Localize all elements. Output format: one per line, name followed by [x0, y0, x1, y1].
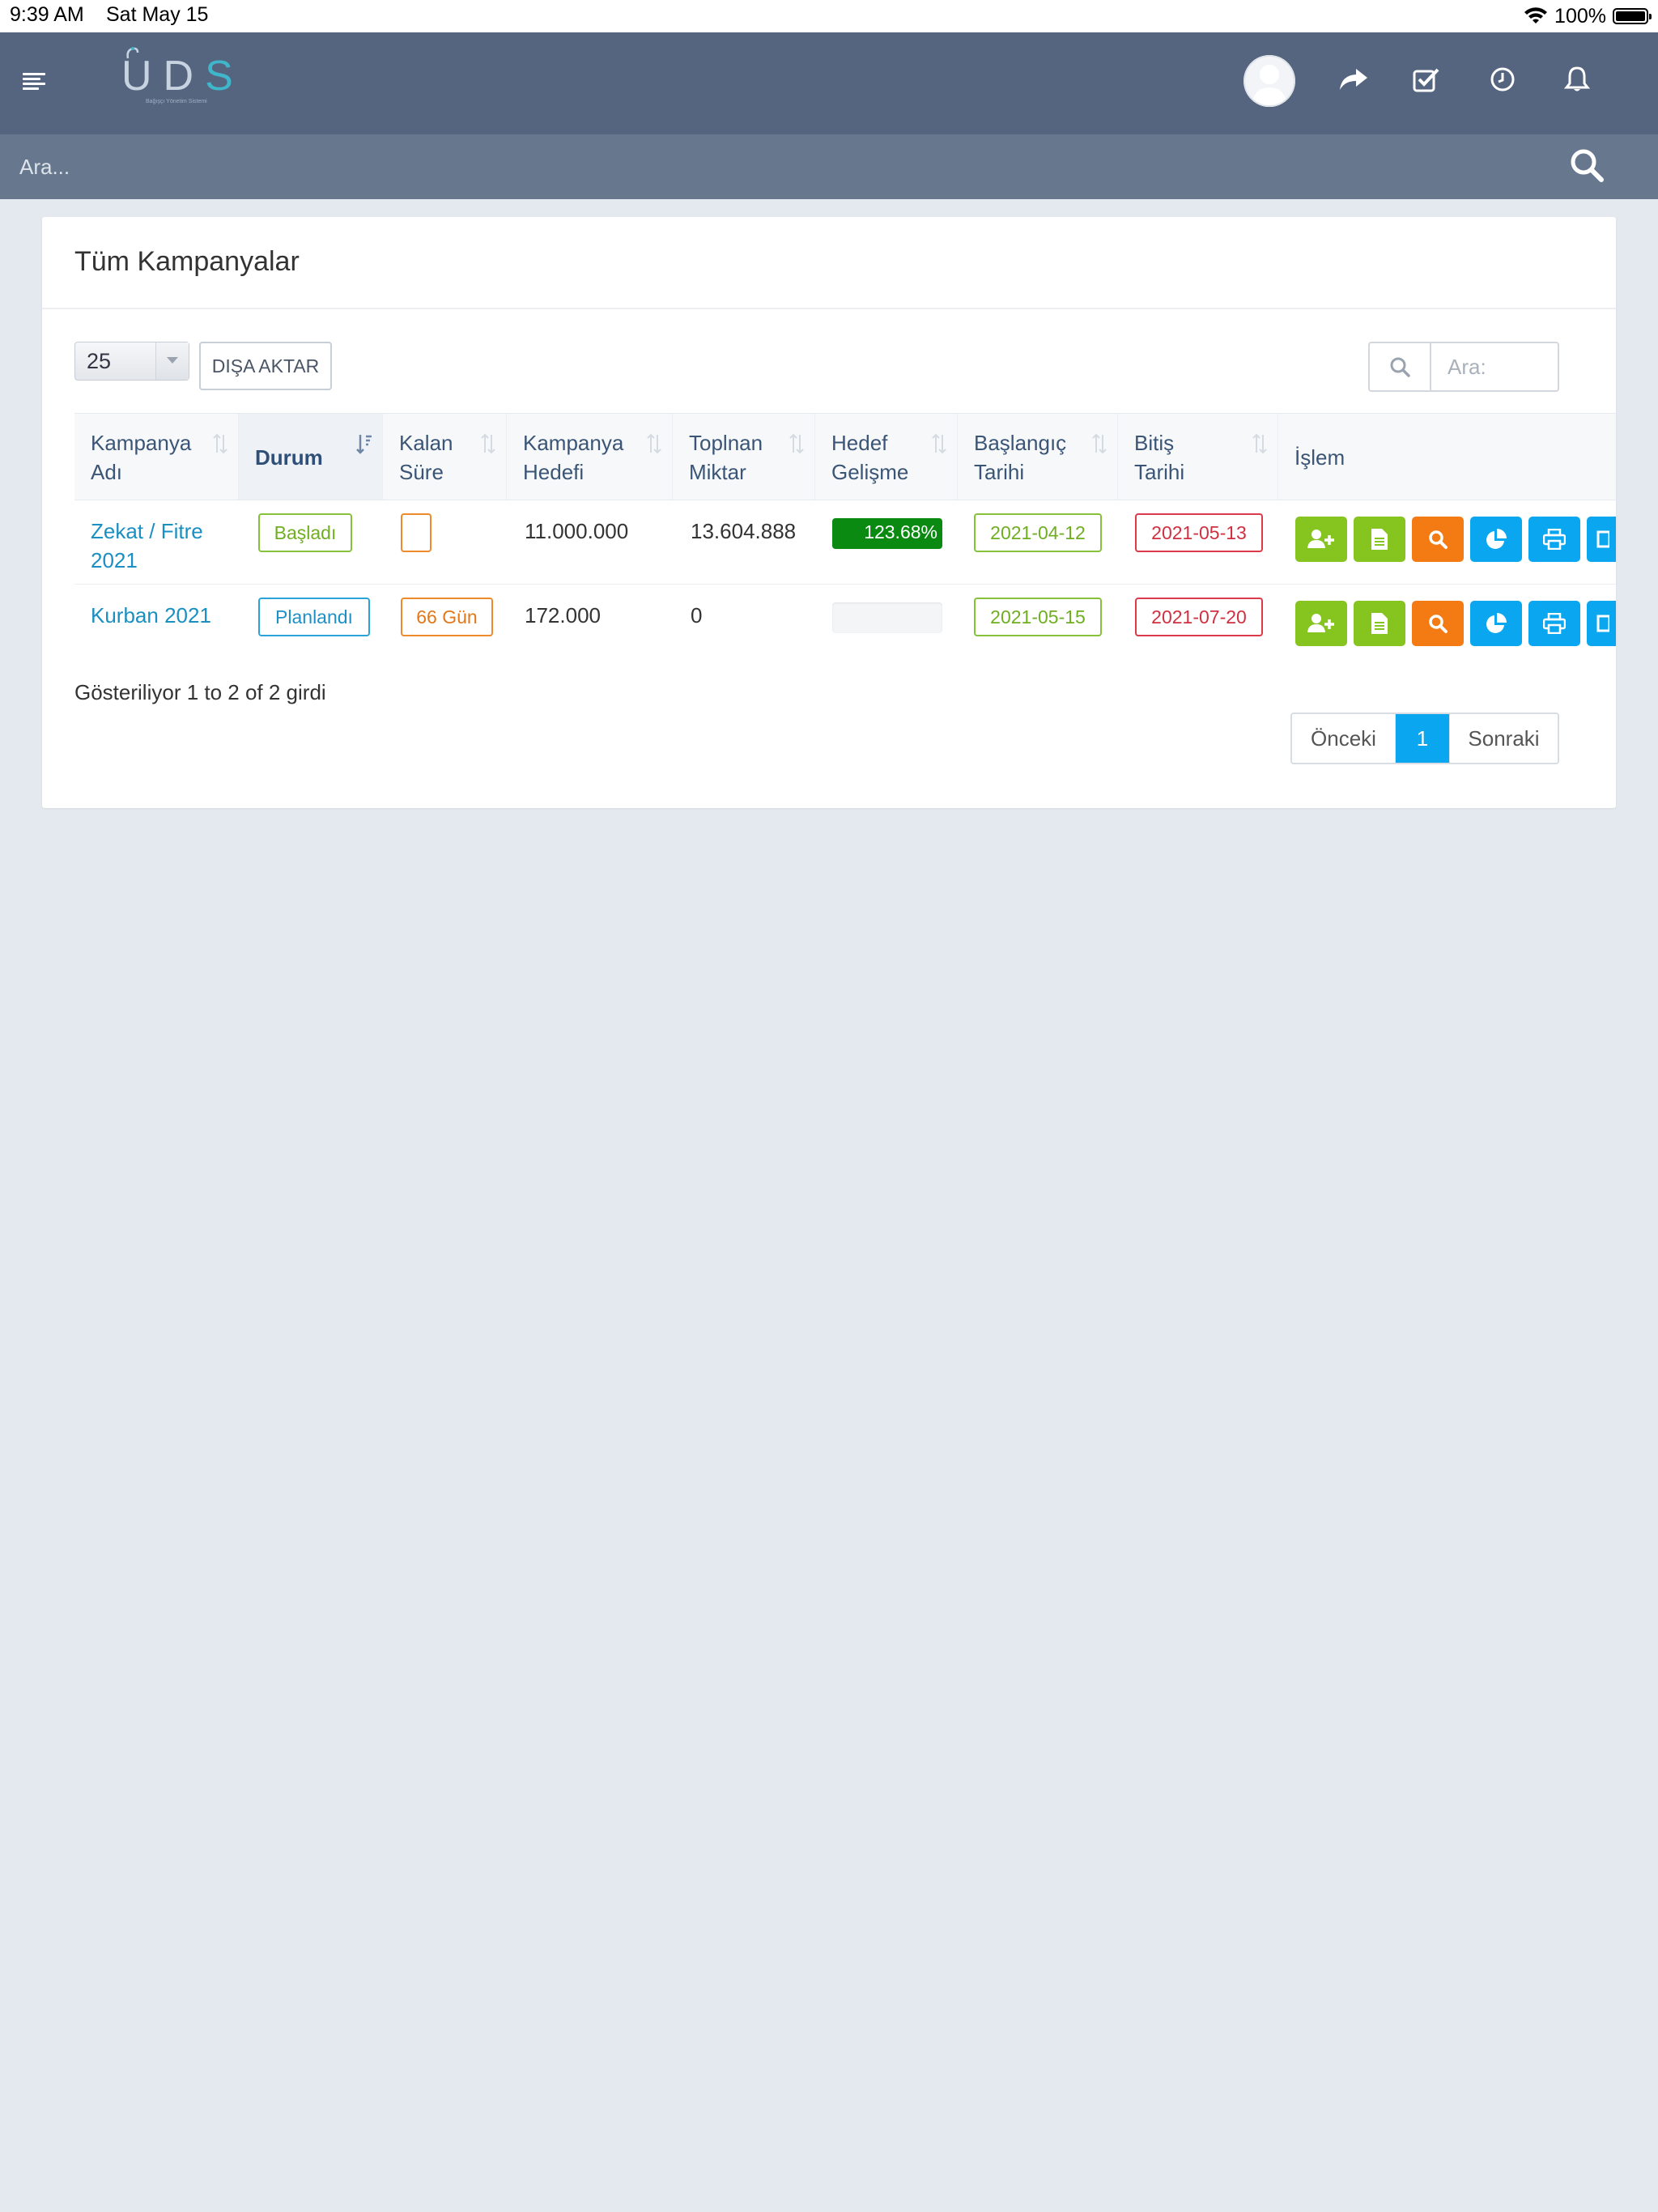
- report-button[interactable]: [1470, 601, 1522, 646]
- sort-icon: [1092, 433, 1107, 454]
- menu-icon[interactable]: [23, 73, 45, 91]
- column-header-progress[interactable]: Hedef Gelişme: [815, 414, 958, 500]
- collected-value: 0: [691, 603, 703, 627]
- end-date-badge: 2021-07-20: [1135, 598, 1263, 636]
- document-button[interactable]: [1354, 517, 1405, 562]
- sort-icon: [213, 433, 227, 454]
- start-date-badge: 2021-05-15: [974, 598, 1102, 636]
- print-button[interactable]: [1528, 601, 1580, 646]
- document-icon: [1371, 529, 1388, 550]
- more-button[interactable]: [1587, 601, 1616, 646]
- campaigns-card: Tüm Kampanyalar 25 DIŞA AKTAR KampanyaAd…: [42, 217, 1616, 808]
- global-search-input[interactable]: [18, 146, 1527, 188]
- printer-icon: [1543, 613, 1566, 634]
- page-title: Tüm Kampanyalar: [74, 246, 300, 277]
- start-date-badge: 2021-04-12: [974, 513, 1102, 552]
- progress-label: 123.68%: [864, 521, 937, 542]
- table-search-input[interactable]: [1430, 342, 1559, 392]
- column-header-start-date[interactable]: Başlangıç Tarihi: [958, 414, 1118, 500]
- column-header-collected[interactable]: Toplnan Miktar: [673, 414, 815, 500]
- edit-icon: [1596, 530, 1609, 548]
- column-header-remaining[interactable]: Kalan Süre: [383, 414, 507, 500]
- printer-icon: [1543, 529, 1566, 550]
- battery-percent: 100%: [1554, 4, 1606, 28]
- document-icon: [1371, 613, 1388, 634]
- user-silhouette-icon: [1244, 55, 1295, 107]
- column-header-campaign-name[interactable]: Kampanya Adı: [74, 414, 239, 500]
- top-header: UDS Bağışçı Yönetim Sistemi: [0, 32, 1658, 134]
- logo[interactable]: UDS Bağışçı Yönetim Sistemi: [121, 47, 235, 107]
- report-button[interactable]: [1470, 517, 1522, 562]
- user-plus-icon: [1307, 614, 1334, 632]
- pie-chart-icon: [1486, 529, 1507, 549]
- add-donor-button[interactable]: [1295, 601, 1347, 646]
- column-header-target[interactable]: Kampanya Hedefi: [507, 414, 673, 500]
- pie-chart-icon: [1486, 613, 1507, 633]
- campaign-name-link[interactable]: Zekat / Fitre 2021: [91, 517, 203, 575]
- table-search-icon: [1368, 342, 1430, 392]
- page-length-value: 25: [87, 349, 112, 373]
- status-time: 9:39 AM: [10, 3, 84, 26]
- previous-page-button[interactable]: Önceki: [1292, 714, 1396, 763]
- end-date-badge: 2021-05-13: [1135, 513, 1263, 552]
- page-length-select[interactable]: 25: [74, 342, 189, 381]
- global-search-bar: [0, 134, 1658, 199]
- add-donor-button[interactable]: [1295, 517, 1347, 562]
- status-bar: 9:39 AM Sat May 15 100%: [0, 0, 1658, 32]
- more-button[interactable]: [1587, 517, 1616, 562]
- sort-icon: [481, 433, 495, 454]
- view-button[interactable]: [1412, 601, 1464, 646]
- status-right: 100%: [1524, 2, 1652, 31]
- export-button[interactable]: DIŞA AKTAR: [199, 342, 332, 390]
- target-value: 172.000: [525, 603, 601, 627]
- wifi-icon: [1524, 7, 1548, 23]
- campaign-name-link[interactable]: Kurban 2021: [91, 601, 211, 630]
- clock-icon[interactable]: [1478, 55, 1527, 104]
- pagination: Önceki 1 Sonraki: [1290, 713, 1559, 764]
- avatar[interactable]: [1244, 55, 1295, 107]
- column-header-end-date[interactable]: Bitiş Tarihi: [1118, 414, 1278, 500]
- edit-icon: [1596, 615, 1609, 632]
- progress-bar: [832, 602, 942, 633]
- document-button[interactable]: [1354, 601, 1405, 646]
- user-plus-icon: [1307, 530, 1334, 548]
- share-icon[interactable]: [1329, 55, 1378, 104]
- sort-icon: [1252, 433, 1267, 454]
- logo-text: UDS: [121, 53, 244, 100]
- sort-icon: [932, 433, 946, 454]
- remaining-badge: [401, 513, 432, 552]
- table-info: Gösteriliyor 1 to 2 of 2 girdi: [74, 680, 326, 704]
- search-icon: [1429, 530, 1448, 549]
- view-button[interactable]: [1412, 517, 1464, 562]
- logo-subtitle: Bağışçı Yönetim Sistemi: [146, 99, 207, 104]
- bell-icon[interactable]: [1553, 55, 1601, 104]
- next-page-button[interactable]: Sonraki: [1449, 714, 1558, 763]
- status-badge: Planlandı: [258, 598, 370, 636]
- battery-icon: [1613, 8, 1652, 24]
- search-icon[interactable]: [1567, 146, 1606, 185]
- sort-icon: [789, 433, 804, 454]
- table-row: Kurban 2021 Planlandı 66 Gün 172.000 0 2…: [74, 585, 1616, 666]
- table-row: Zekat / Fitre 2021 Başladı 11.000.000 13.…: [74, 500, 1616, 585]
- table-header: Kampanya Adı Durum Kalan Süre Kampanya Hede…: [74, 413, 1616, 500]
- search-icon: [1429, 615, 1448, 633]
- card-divider: [42, 308, 1616, 309]
- sort-desc-icon: [356, 435, 372, 454]
- page-1-button[interactable]: 1: [1396, 714, 1449, 763]
- remaining-badge: 66 Gün: [401, 598, 493, 636]
- chevron-down-icon: [155, 342, 189, 380]
- column-header-actions: İşlem: [1295, 445, 1346, 470]
- collected-value: 13.604.888: [691, 519, 797, 543]
- status-badge: Başladı: [258, 513, 352, 552]
- progress-bar: 123.68%: [832, 518, 942, 549]
- status-date: Sat May 15: [106, 3, 209, 26]
- task-check-icon[interactable]: [1402, 55, 1451, 104]
- print-button[interactable]: [1528, 517, 1580, 562]
- sort-icon: [647, 433, 661, 454]
- target-value: 11.000.000: [525, 519, 629, 543]
- column-header-status[interactable]: Durum: [239, 414, 383, 500]
